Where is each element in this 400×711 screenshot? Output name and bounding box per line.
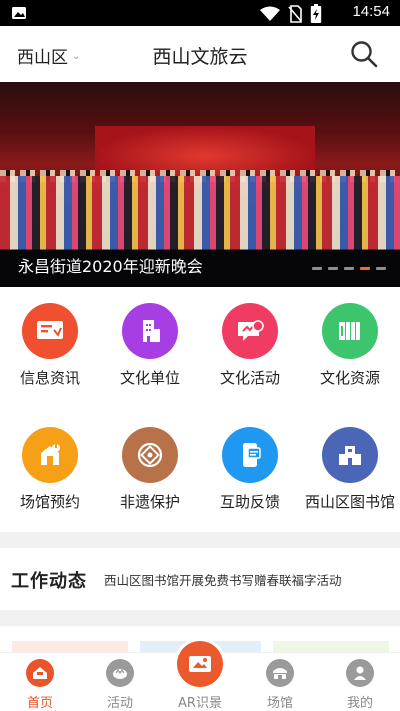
ar-scan-icon <box>177 641 223 687</box>
grid-item-cultural-resources[interactable]: 文化资源 <box>300 303 400 388</box>
carousel-dot[interactable] <box>344 267 354 270</box>
nav-label: 活动 <box>106 696 133 711</box>
activity-icon <box>222 303 278 359</box>
status-bar: 14:54 <box>0 0 400 26</box>
carousel-dot[interactable] <box>376 267 386 270</box>
section-divider <box>0 610 400 626</box>
no-sim-icon <box>288 5 302 23</box>
nav-item-venues[interactable]: 场馆 <box>240 659 320 711</box>
wifi-icon <box>260 6 280 21</box>
grid-label: 西山区图书馆 <box>304 493 395 511</box>
grid-item-news[interactable]: 信息资讯 <box>0 303 100 388</box>
app-header: 西山区 ⌄ 西山文旅云 <box>0 26 400 82</box>
grid-item-venue-booking[interactable]: 场馆预约 <box>0 427 100 512</box>
banner-carousel[interactable]: 永昌街道2020年迎新晚会 <box>0 82 400 287</box>
grid-label: 信息资讯 <box>19 369 80 387</box>
nav-item-home[interactable]: 首页 <box>0 659 80 711</box>
grid-label: 文化单位 <box>119 369 180 387</box>
news-icon <box>22 303 78 359</box>
venue-nav-icon <box>266 659 294 687</box>
home-icon <box>26 659 54 687</box>
grid-item-mutual-feedback[interactable]: 互助反馈 <box>200 427 300 512</box>
carousel-indicator[interactable] <box>312 267 386 270</box>
activity-nav-icon <box>106 659 134 687</box>
nav-item-profile[interactable]: 我的 <box>320 659 400 711</box>
image-icon <box>12 7 26 19</box>
resource-icon <box>322 303 378 359</box>
grid-label: 场馆预约 <box>19 493 80 511</box>
library-icon <box>322 427 378 483</box>
building-icon <box>122 303 178 359</box>
carousel-dot[interactable] <box>328 267 338 270</box>
nav-item-ar-scan[interactable]: AR识景 <box>176 641 224 711</box>
grid-item-heritage-protection[interactable]: 非遗保护 <box>100 427 200 512</box>
venue-icon <box>22 427 78 483</box>
search-icon[interactable] <box>350 40 378 68</box>
grid-label: 文化活动 <box>219 369 280 387</box>
work-news-title: 工作动态 <box>11 571 87 592</box>
bottom-nav: 首页 活动 AR识景 场馆 我的 <box>0 641 400 711</box>
carousel-dot[interactable] <box>312 267 322 270</box>
nav-label: 首页 <box>26 696 53 711</box>
nav-item-activities[interactable]: 活动 <box>80 659 160 711</box>
function-grid: 信息资讯 文化单位 文化活动 文化资源 场馆预约 非遗保护 互助反馈 西山区图书… <box>0 287 400 532</box>
profile-icon <box>346 659 374 687</box>
grid-label: 非遗保护 <box>119 493 180 511</box>
grid-item-cultural-activities[interactable]: 文化活动 <box>200 303 300 388</box>
grid-item-xishan-library[interactable]: 西山区图书馆 <box>300 427 400 512</box>
work-news-ticker[interactable]: 工作动态 西山区图书馆开展免费书写赠春联福字活动 <box>0 548 400 610</box>
grid-label: 互助反馈 <box>219 493 280 511</box>
battery-charging-icon <box>310 4 322 23</box>
grid-label: 文化资源 <box>319 369 380 387</box>
nav-label: AR识景 <box>178 696 222 711</box>
banner-crowd <box>0 176 400 251</box>
banner-caption: 永昌街道2020年迎新晚会 <box>18 257 203 276</box>
work-news-headline[interactable]: 西山区图书馆开展免费书写赠春联福字活动 <box>104 570 342 589</box>
carousel-dot[interactable] <box>360 267 370 270</box>
nav-label: 场馆 <box>266 696 293 711</box>
clock: 14:54 <box>352 3 390 20</box>
section-divider <box>0 532 400 548</box>
nav-label: 我的 <box>346 696 373 711</box>
page-title: 西山文旅云 <box>152 46 248 68</box>
grid-item-cultural-units[interactable]: 文化单位 <box>100 303 200 388</box>
feedback-icon <box>222 427 278 483</box>
heritage-icon <box>122 427 178 483</box>
